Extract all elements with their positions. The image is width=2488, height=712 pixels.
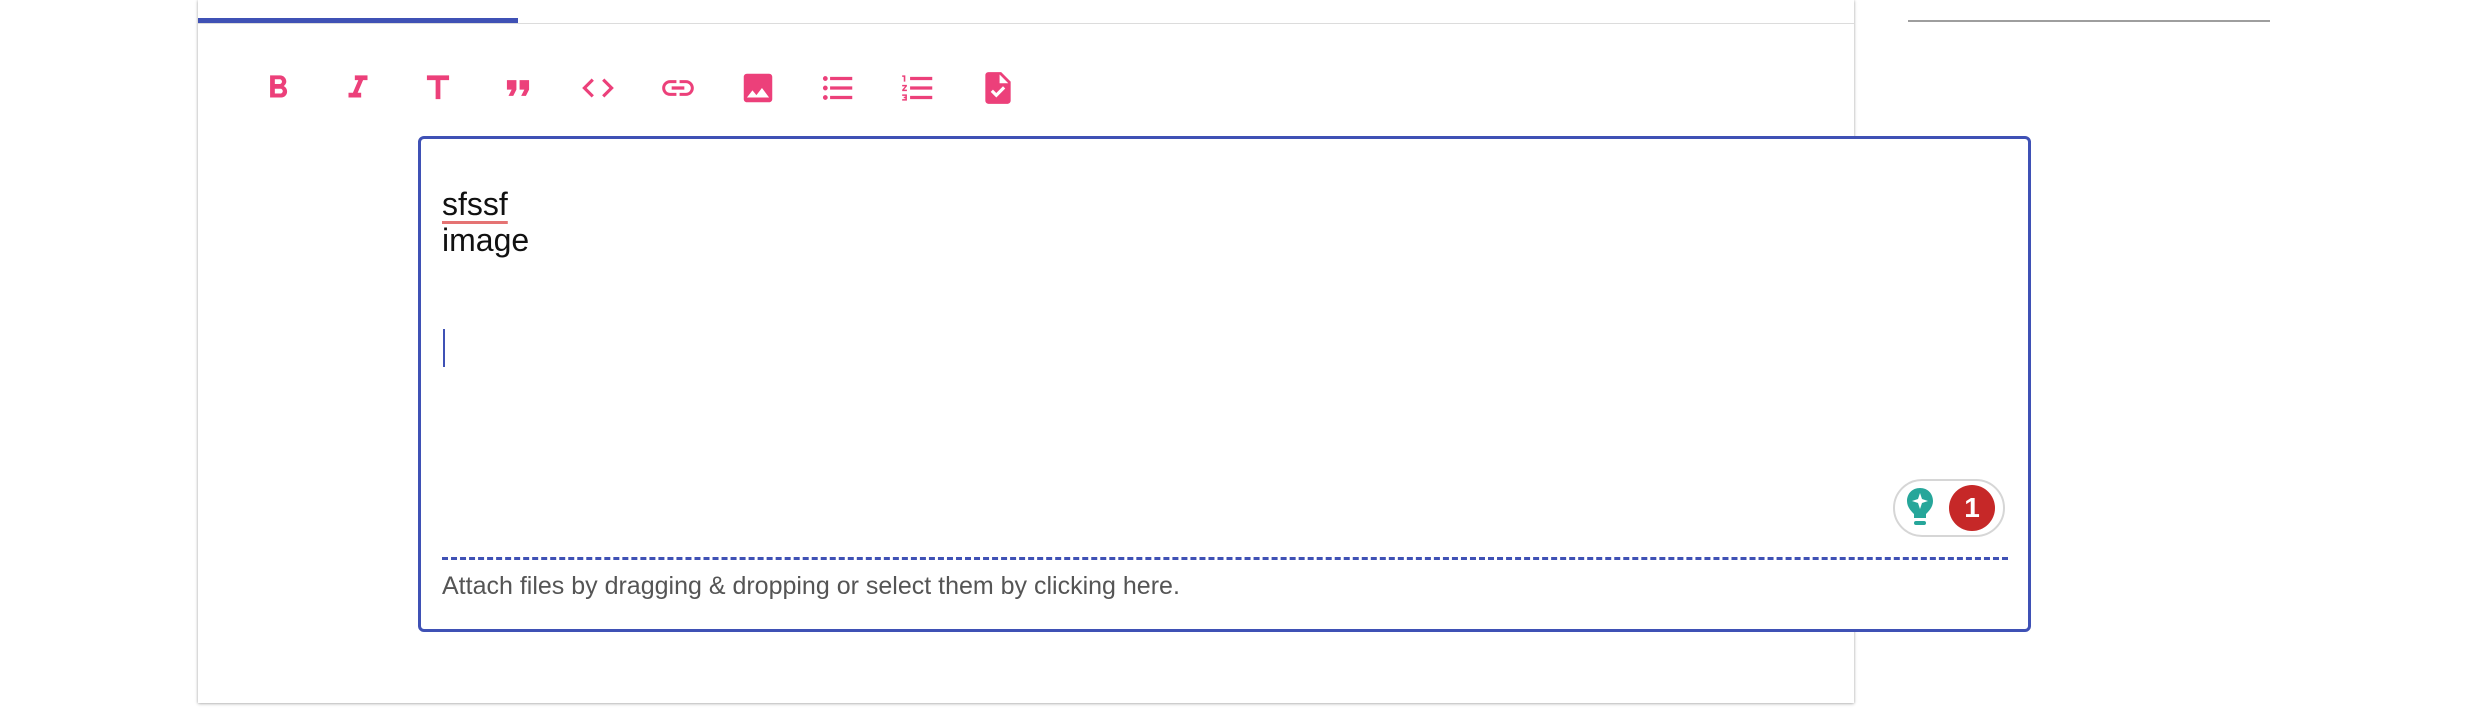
numbered-list-button[interactable] (878, 62, 958, 114)
misspelled-word: sfssf (442, 186, 508, 222)
bulleted-list-icon (822, 76, 853, 100)
drop-zone-divider (442, 557, 2008, 560)
link-icon (662, 80, 694, 96)
image-button[interactable] (718, 62, 798, 114)
quote-button[interactable] (478, 62, 558, 114)
heading-icon (426, 75, 450, 100)
comment-card: sfssf image 1 Attach files by dragging &… (198, 0, 2031, 703)
image-icon (743, 73, 773, 103)
italic-icon (348, 75, 368, 98)
sidebar-divider (1908, 20, 2270, 22)
bold-button[interactable] (238, 62, 318, 114)
italic-button[interactable] (318, 62, 398, 114)
task-list-button[interactable] (958, 62, 1038, 114)
task-list-icon (985, 72, 1011, 104)
attach-files-hint[interactable]: Attach files by dragging & dropping or s… (442, 572, 1180, 601)
lightbulb-icon (1907, 488, 1933, 525)
tab-divider (198, 23, 1854, 24)
code-button[interactable] (558, 62, 638, 114)
editor-content[interactable]: sfssf image (442, 186, 529, 258)
comment-editor[interactable]: sfssf image 1 Attach files by dragging &… (418, 136, 2031, 632)
bulleted-list-button[interactable] (798, 62, 878, 114)
code-icon (582, 78, 614, 98)
editor-line: sfssf (442, 186, 529, 222)
numbered-list-icon (902, 75, 933, 101)
active-tab-indicator (198, 18, 518, 23)
text-caret (443, 329, 445, 367)
editor-line: image (442, 222, 530, 258)
link-button[interactable] (638, 62, 718, 114)
quote-icon (506, 80, 530, 96)
bold-icon (270, 75, 288, 98)
heading-button[interactable] (398, 62, 478, 114)
formatting-toolbar (238, 62, 1038, 114)
grammar-checker-widget[interactable]: 1 (1893, 479, 2005, 537)
issue-count-badge[interactable]: 1 (1949, 485, 1995, 531)
